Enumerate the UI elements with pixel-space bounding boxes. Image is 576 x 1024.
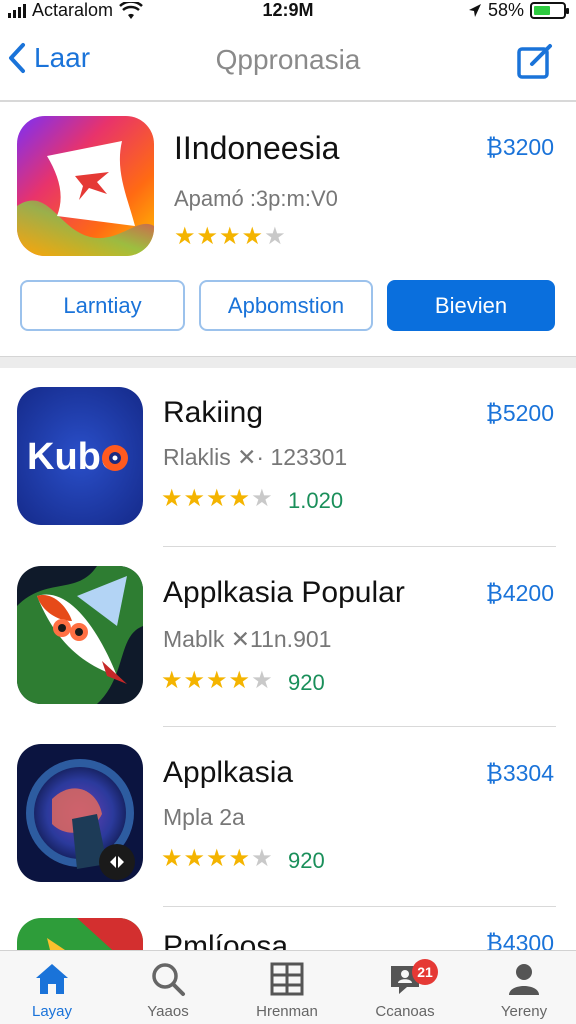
tab-label: Hrenman — [256, 1003, 318, 1020]
star-icon: ★ — [161, 667, 184, 694]
app-price[interactable]: ₿4200 — [486, 580, 554, 607]
featured-button-2[interactable]: Apbomstion — [199, 280, 373, 331]
tab-label: Yaaos — [147, 1003, 189, 1020]
rocket-icon[interactable] — [17, 566, 143, 704]
star-icon: ★ — [228, 667, 252, 694]
app-price[interactable]: ₿3304 — [486, 760, 554, 787]
list-item[interactable]: Kubo Rakiing Rlaklis ✕· 123301 ★★★★★ 1.0… — [0, 368, 576, 548]
featured-app-name: IIndoneesia — [174, 130, 340, 166]
rating-stars: ★★★★★ — [161, 844, 274, 873]
tab-label: Layay — [31, 1003, 73, 1020]
star-icon: ★ — [183, 485, 207, 512]
compose-button[interactable] — [516, 42, 554, 85]
app-name: Pmlíoosa — [163, 930, 289, 950]
star-icon: ★ — [219, 223, 242, 250]
row-separator — [163, 726, 556, 727]
battery-percent: 58% — [487, 0, 524, 20]
tab-label: Ccanoas — [375, 1003, 435, 1020]
tab-bar: Layay Yaaos Hrenman 21 Ccanoas Yereny — [0, 950, 576, 1024]
tab-label: Yereny — [500, 1003, 548, 1020]
app-name: Applkasia — [163, 756, 294, 789]
tab-search[interactable]: Yaaos — [118, 959, 218, 1020]
featured-button-1[interactable]: Larntiay — [20, 280, 185, 331]
tab-home[interactable]: Layay — [2, 959, 102, 1020]
rating-count: 1.020 — [288, 488, 344, 513]
featured-app-subtitle: Apamó :3p:m:V0 — [174, 186, 338, 211]
tab-grid[interactable]: Hrenman — [237, 959, 337, 1020]
star-icon: ★ — [251, 485, 274, 512]
app-subtitle: Mablk ✕11n.901 — [163, 626, 332, 652]
app-price[interactable]: ₿4300 — [486, 930, 554, 950]
kubo-logo-icon[interactable]: Kubo — [17, 387, 143, 525]
profile-icon — [509, 964, 539, 995]
star-icon: ★ — [228, 485, 252, 512]
rating-stars: ★★★★★ — [161, 666, 274, 695]
star-icon: ★ — [206, 485, 229, 512]
home-icon — [36, 964, 68, 994]
star-icon: ★ — [183, 845, 207, 872]
app-subtitle: Mpla 2a — [163, 804, 245, 830]
star-icon: ★ — [251, 667, 274, 694]
camera-lens-icon[interactable] — [17, 744, 143, 882]
rating-count: 920 — [288, 670, 325, 695]
app-price[interactable]: ₿5200 — [486, 400, 554, 427]
list-item[interactable]: Applkasia Popular Mablk ✕11n.901 ★★★★★ 9… — [0, 548, 576, 728]
colorful-app-icon[interactable] — [17, 918, 143, 950]
status-bar: Actaralom 12:9M 58% — [0, 0, 576, 22]
compose-icon — [517, 44, 552, 79]
battery-icon — [530, 2, 569, 19]
star-icon: ★ — [241, 223, 265, 250]
rating-count: 920 — [288, 848, 325, 873]
star-icon: ★ — [264, 223, 287, 250]
grid-icon — [270, 962, 304, 996]
battery-fill — [534, 6, 551, 15]
star-icon: ★ — [251, 845, 274, 872]
star-icon: ★ — [161, 485, 184, 512]
star-icon: ★ — [228, 845, 252, 872]
star-icon: ★ — [206, 845, 229, 872]
star-icon: ★ — [196, 223, 220, 250]
row-separator — [163, 546, 556, 547]
rating-stars: ★★★★★ — [161, 484, 274, 513]
featured-app-card[interactable]: IIndoneesia Apamó :3p:m:V0 ★★★★★ ₿3200 L… — [0, 104, 576, 356]
navigation-bar: Laar Qppronasia — [0, 22, 576, 102]
tab-profile[interactable]: Yereny — [474, 959, 574, 1020]
app-subtitle: Rlaklis ✕· 123301 — [163, 444, 348, 470]
notification-badge: 21 — [412, 959, 438, 985]
star-icon: ★ — [183, 667, 207, 694]
row-separator — [163, 906, 556, 907]
star-icon: ★ — [174, 223, 197, 250]
app-name: Applkasia Popular — [163, 576, 405, 609]
section-divider — [0, 356, 576, 368]
star-icon: ★ — [206, 667, 229, 694]
featured-app-icon[interactable] — [17, 116, 154, 256]
list-item[interactable]: Pmlíoosa ₿4300 — [0, 908, 576, 950]
location-icon — [468, 3, 481, 17]
list-item[interactable]: Applkasia Mpla 2a ★★★★★ 920 ₿3304 — [0, 728, 576, 908]
featured-primary-button[interactable]: Bievien — [387, 280, 555, 331]
featured-rating-stars: ★★★★★ — [174, 222, 287, 251]
status-right: 58% — [468, 0, 569, 21]
featured-app-price[interactable]: ₿3200 — [486, 134, 554, 161]
app-name: Rakiing — [163, 396, 264, 429]
page-title: Qppronasia — [215, 44, 361, 75]
star-icon: ★ — [161, 845, 184, 872]
search-icon — [152, 963, 185, 996]
tab-chat[interactable]: 21 Ccanoas — [355, 959, 455, 1020]
